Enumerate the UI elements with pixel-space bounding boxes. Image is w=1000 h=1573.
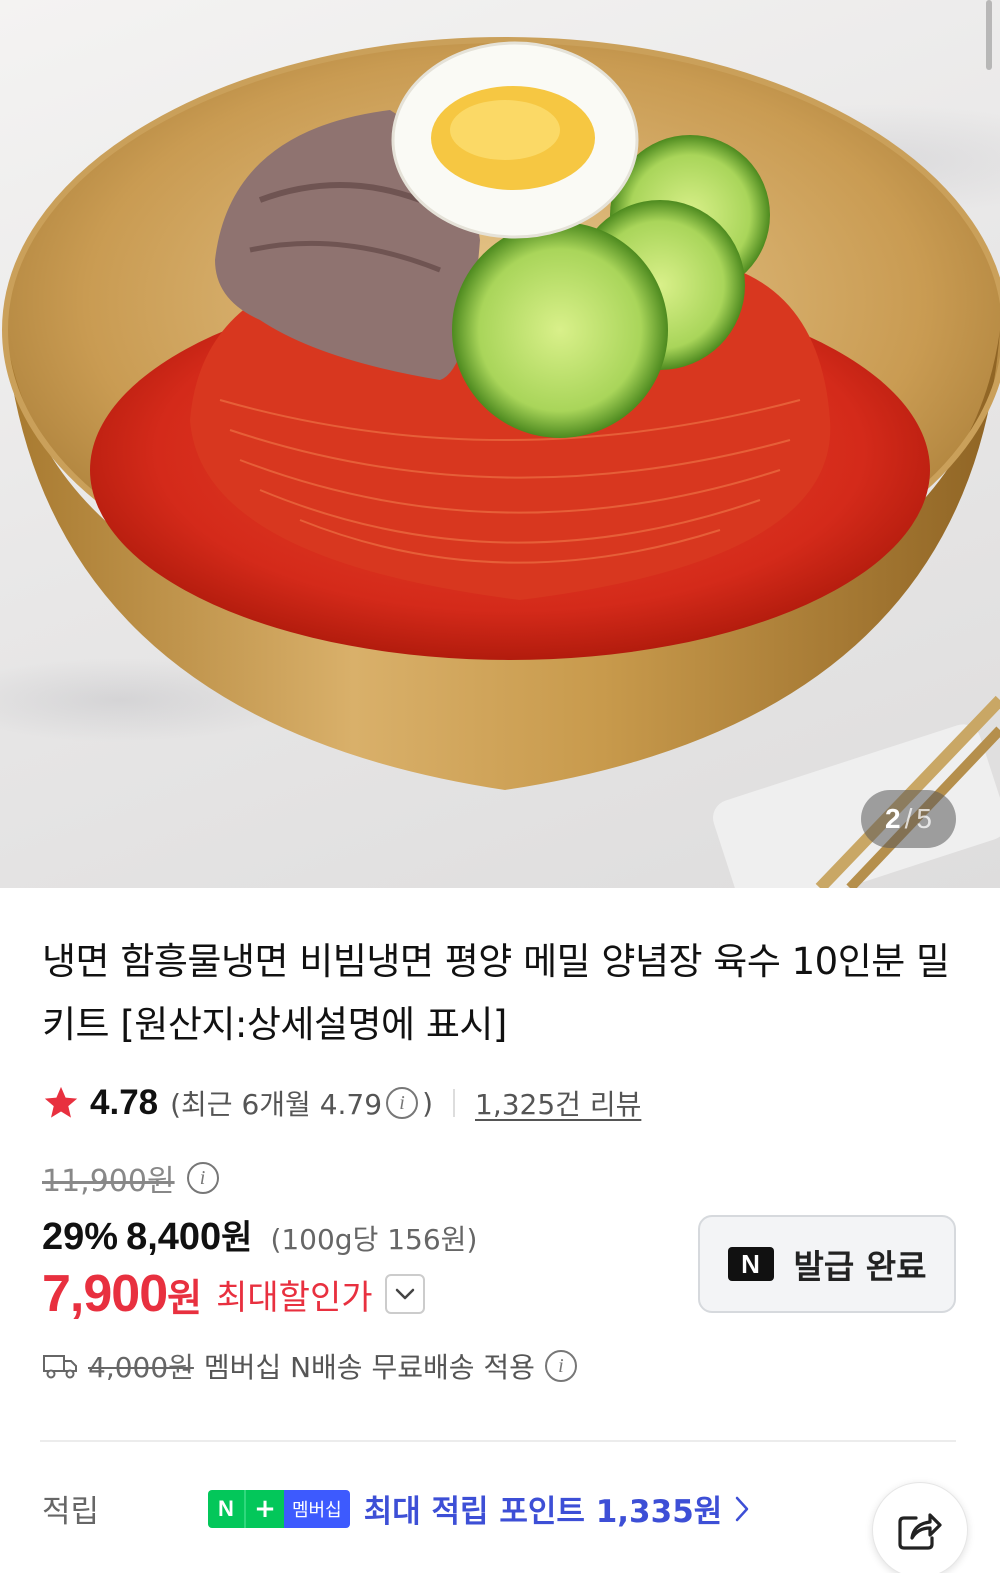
rating-score: 4.78 bbox=[90, 1083, 159, 1122]
product-image[interactable]: 2 / 5 bbox=[0, 0, 1000, 888]
max-discount-row: 7,900 원 최대할인가 bbox=[42, 1264, 425, 1324]
sale-price-unit: 원 bbox=[221, 1218, 253, 1258]
points-link[interactable]: N + 멤버십 최대 적립 포인트 1,335원 bbox=[208, 1486, 750, 1531]
badge-membership: 멤버십 bbox=[284, 1489, 350, 1528]
page-current: 2 bbox=[885, 803, 901, 834]
scrollbar[interactable] bbox=[986, 0, 992, 70]
image-page-indicator: 2 / 5 bbox=[861, 790, 956, 848]
rating-row: 4.78 (최근 6개월 4.79 i ) 1,325건 리뷰 bbox=[42, 1080, 641, 1126]
divider bbox=[453, 1089, 455, 1117]
section-divider bbox=[40, 1440, 956, 1442]
badge-n: N bbox=[208, 1489, 244, 1528]
info-icon[interactable]: i bbox=[544, 1350, 577, 1382]
discount-rate: 29% bbox=[42, 1216, 119, 1258]
share-button[interactable] bbox=[872, 1482, 968, 1573]
max-discount-toggle[interactable] bbox=[384, 1274, 425, 1314]
unit-price: (100g당 156원) bbox=[270, 1223, 478, 1256]
info-icon[interactable]: i bbox=[386, 1087, 419, 1119]
original-shipping-fee: 4,000원 bbox=[88, 1351, 194, 1384]
shipping-row: 4,000원 멤버십 N배송 무료배송 적용 i bbox=[42, 1346, 581, 1386]
original-price: 11,900원 bbox=[42, 1164, 175, 1199]
recent-rating: (최근 6개월 4.79 i ) bbox=[170, 1083, 433, 1123]
recent-rating-text: (최근 6개월 4.79 bbox=[170, 1088, 383, 1121]
max-points-text: 최대 적립 포인트 1,335원 bbox=[363, 1494, 723, 1530]
coupon-issued-button[interactable]: N 발급 완료 bbox=[698, 1215, 956, 1313]
share-icon bbox=[898, 1513, 942, 1550]
info-icon[interactable]: i bbox=[186, 1162, 219, 1194]
naver-n-icon: N bbox=[727, 1247, 774, 1281]
chevron-down-icon bbox=[395, 1288, 414, 1300]
max-discount-label: 최대할인가 bbox=[216, 1277, 373, 1318]
page-separator: / bbox=[904, 803, 913, 834]
badge-plus: + bbox=[244, 1489, 284, 1528]
review-count-link[interactable]: 1,325건 리뷰 bbox=[475, 1083, 641, 1123]
points-label: 적립 bbox=[42, 1494, 100, 1530]
truck-icon bbox=[43, 1355, 77, 1379]
shipping-text: 멤버십 N배송 무료배송 적용 bbox=[203, 1351, 535, 1384]
sale-price-row: 29% 8,400 원 (100g당 156원) bbox=[42, 1210, 477, 1259]
naver-plus-membership-badge: N + 멤버십 bbox=[208, 1489, 350, 1528]
product-title: 냉면 함흥물냉면 비빔냉면 평양 메밀 양념장 육수 10인분 밀키트 [원산지… bbox=[42, 940, 950, 1046]
product-photo bbox=[2, 37, 1000, 888]
star-icon bbox=[44, 1086, 78, 1118]
coupon-label: 발급 완료 bbox=[793, 1247, 927, 1286]
max-discount-price: 7,900 bbox=[42, 1265, 168, 1323]
chevron-right-icon bbox=[736, 1496, 749, 1521]
original-price-row: 11,900원 i bbox=[42, 1156, 223, 1200]
max-discount-unit: 원 bbox=[167, 1275, 203, 1320]
sale-price: 8,400 bbox=[126, 1216, 222, 1258]
recent-rating-close: ) bbox=[422, 1086, 433, 1120]
page-total: 5 bbox=[916, 803, 932, 834]
